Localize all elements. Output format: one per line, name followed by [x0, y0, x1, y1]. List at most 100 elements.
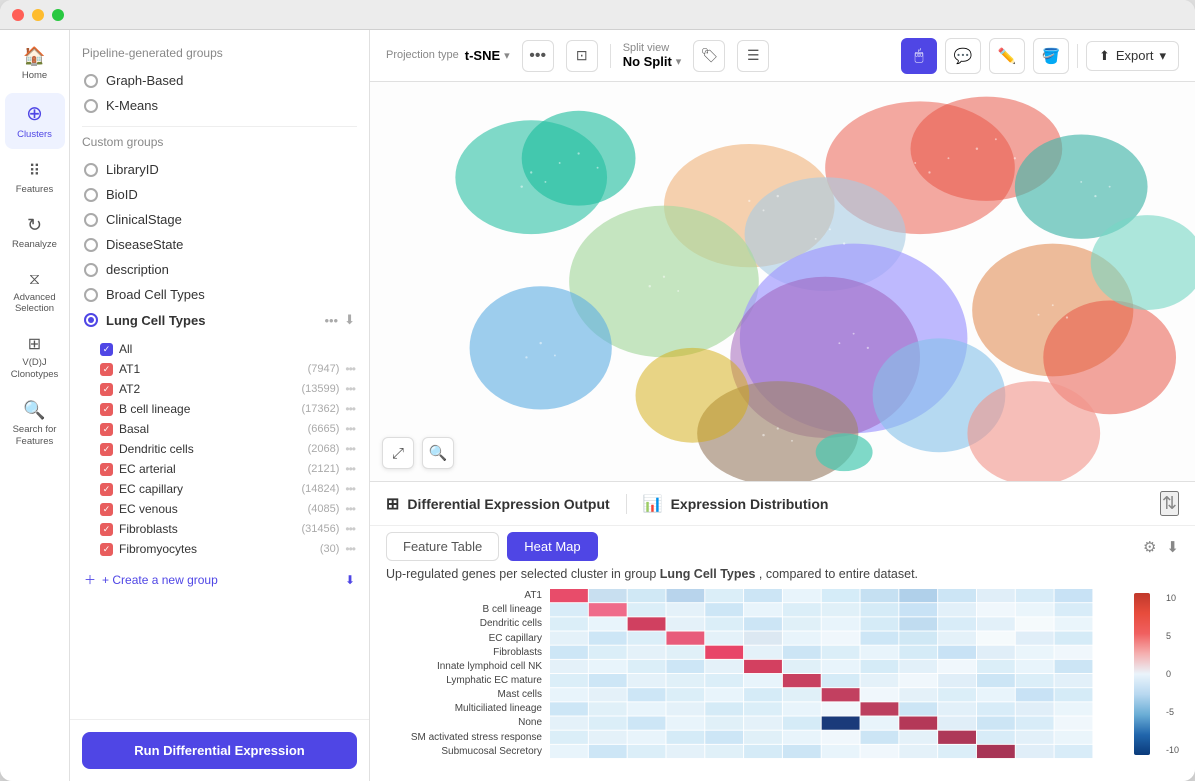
cell-item-bcell[interactable]: ✓ B cell lineage (17362) •••	[98, 399, 357, 419]
radio-description[interactable]: description	[82, 257, 357, 282]
run-button[interactable]: Run Differential Expression	[82, 732, 357, 769]
split-chevron-icon: ▾	[676, 55, 682, 68]
cell-fibromyocytes-dots[interactable]: •••	[345, 542, 355, 556]
heatmap-row-labels: AT1 B cell lineage Dendritic cells EC ca…	[386, 589, 546, 759]
tab-feature-table[interactable]: Feature Table	[386, 532, 499, 561]
cell-fibromyocytes-checkbox[interactable]: ✓	[100, 543, 113, 556]
create-group-link[interactable]: ＋ + Create a new group ⬇	[82, 563, 357, 596]
export-button[interactable]: ⬆ Export ▾	[1086, 41, 1179, 71]
cell-item-fibromyocytes[interactable]: ✓ Fibromyocytes (30) •••	[98, 539, 357, 559]
cell-ec-venous-count: (4085)	[308, 503, 340, 515]
row-label-multi: Multiciliated lineage	[386, 702, 542, 716]
cell-bcell-dots[interactable]: •••	[345, 402, 355, 416]
nav-vdj[interactable]: ⊞ V(D)J Clonotypes	[5, 326, 65, 388]
cell-at1-dots[interactable]: •••	[345, 362, 355, 376]
import-group-icon[interactable]: ⬇	[345, 573, 355, 587]
cell-at2-count: (13599)	[301, 383, 339, 395]
cell-at2-checkbox[interactable]: ✓	[100, 383, 113, 396]
toolbar-icon2-btn[interactable]: ⊡	[566, 40, 598, 72]
left-nav: 🏠 Home ⊕ Clusters ⠿ Features ↻ Reanalyze…	[0, 30, 70, 781]
heatmap-grid-container	[550, 589, 1118, 759]
toolbar-sep-2	[1077, 44, 1078, 68]
comment-tool-btn[interactable]: 💬	[945, 38, 981, 74]
split-tag-btn[interactable]: 🏷	[693, 40, 725, 72]
draw-tool-btn[interactable]: ✏️	[989, 38, 1025, 74]
cursor-tool-btn[interactable]: 🖱	[901, 38, 937, 74]
nav-features-label: Features	[16, 184, 54, 195]
row-label-dendritic: Dendritic cells	[386, 617, 542, 631]
sidebar: Pipeline-generated groups Graph-Based K-…	[70, 30, 370, 781]
cell-at1-checkbox[interactable]: ✓	[100, 363, 113, 376]
radio-libraryid[interactable]: LibraryID	[82, 157, 357, 182]
cell-dendritic-checkbox[interactable]: ✓	[100, 443, 113, 456]
projection-dropdown[interactable]: t-SNE ▾	[465, 48, 510, 63]
cell-basal-checkbox[interactable]: ✓	[100, 423, 113, 436]
cell-item-ec-arterial[interactable]: ✓ EC arterial (2121) •••	[98, 459, 357, 479]
nav-reanalyze[interactable]: ↻ Reanalyze	[5, 207, 65, 258]
cell-bcell-checkbox[interactable]: ✓	[100, 403, 113, 416]
lung-download-btn[interactable]: ⬇	[344, 312, 355, 328]
nav-search[interactable]: 🔍 Search for Features	[5, 392, 65, 455]
row-label-innate: Innate lymphoid cell NK	[386, 660, 542, 674]
panel-download-btn[interactable]: ⬇	[1166, 538, 1179, 556]
pipeline-header: Pipeline-generated groups	[82, 46, 357, 60]
split-menu-btn[interactable]: ☰	[737, 40, 769, 72]
cell-dendritic-dots[interactable]: •••	[345, 442, 355, 456]
row-label-bcell: B cell lineage	[386, 603, 542, 617]
scatter-plot[interactable]: ⤢ 🔍	[370, 82, 1195, 481]
cell-at2-dots[interactable]: •••	[345, 382, 355, 396]
row-label-submucosal: Submucosal Secretory	[386, 745, 542, 759]
toolbar-more-btn[interactable]: •••	[522, 40, 554, 72]
cell-ec-venous-dots[interactable]: •••	[345, 502, 355, 516]
lung-options-btn[interactable]: •••	[324, 313, 338, 328]
nav-home[interactable]: 🏠 Home	[5, 38, 65, 89]
radio-broad-label: Broad Cell Types	[106, 287, 205, 302]
cell-ec-arterial-count: (2121)	[308, 463, 340, 475]
radio-diseasestate-label: DiseaseState	[106, 237, 183, 252]
radio-graph-based[interactable]: Graph-Based	[82, 68, 357, 93]
cell-item-dendritic[interactable]: ✓ Dendritic cells (2068) •••	[98, 439, 357, 459]
radio-lung-cell-types[interactable]: Lung Cell Types ••• ⬇	[82, 307, 357, 333]
cell-fibroblasts-dots[interactable]: •••	[345, 522, 355, 536]
cell-fibroblasts-checkbox[interactable]: ✓	[100, 523, 113, 536]
radio-kmeans[interactable]: K-Means	[82, 93, 357, 118]
radio-kmeans-indicator	[84, 99, 98, 113]
cell-dendritic-label: Dendritic cells	[119, 442, 302, 456]
cell-item-basal[interactable]: ✓ Basal (6665) •••	[98, 419, 357, 439]
nav-features[interactable]: ⠿ Features	[5, 153, 65, 203]
minimize-button[interactable]	[32, 9, 44, 21]
cell-item-all[interactable]: ✓ All	[98, 339, 357, 359]
close-button[interactable]	[12, 9, 24, 21]
nav-advanced-selection[interactable]: ⧖ Advanced Selection	[5, 263, 65, 323]
cell-item-fibroblasts[interactable]: ✓ Fibroblasts (31456) •••	[98, 519, 357, 539]
panel-expand-btn[interactable]: ⇅	[1160, 491, 1179, 516]
sidebar-scroll[interactable]: Pipeline-generated groups Graph-Based K-…	[70, 30, 369, 719]
colorbar-scale: 10 5 0 -5 -10	[1166, 589, 1179, 759]
radio-bioid[interactable]: BioID	[82, 182, 357, 207]
cell-all-checkbox[interactable]: ✓	[100, 343, 113, 356]
heatmap-area: AT1 B cell lineage Dendritic cells EC ca…	[386, 589, 1179, 759]
fullscreen-btn[interactable]: ⤢	[382, 437, 414, 469]
split-dropdown[interactable]: No Split ▾	[623, 54, 682, 69]
cell-basal-dots[interactable]: •••	[345, 422, 355, 436]
nav-clusters[interactable]: ⊕ Clusters	[5, 93, 65, 148]
cell-ec-capillary-dots[interactable]: •••	[345, 482, 355, 496]
cell-item-at2[interactable]: ✓ AT2 (13599) •••	[98, 379, 357, 399]
radio-broad-cell-types[interactable]: Broad Cell Types	[82, 282, 357, 307]
cell-ec-arterial-checkbox[interactable]: ✓	[100, 463, 113, 476]
colorbar-mid1: 5	[1166, 631, 1179, 641]
radio-diseasestate[interactable]: DiseaseState	[82, 232, 357, 257]
fill-tool-btn[interactable]: 🪣	[1033, 38, 1069, 74]
cell-item-ec-capillary[interactable]: ✓ EC capillary (14824) •••	[98, 479, 357, 499]
maximize-button[interactable]	[52, 9, 64, 21]
cell-ec-arterial-dots[interactable]: •••	[345, 462, 355, 476]
radio-lung-indicator	[84, 313, 98, 327]
tab-heat-map[interactable]: Heat Map	[507, 532, 597, 561]
cell-ec-capillary-checkbox[interactable]: ✓	[100, 483, 113, 496]
panel-settings-btn[interactable]: ⚙	[1143, 538, 1156, 556]
zoom-btn[interactable]: 🔍	[422, 437, 454, 469]
cell-item-at1[interactable]: ✓ AT1 (7947) •••	[98, 359, 357, 379]
cell-ec-venous-checkbox[interactable]: ✓	[100, 503, 113, 516]
cell-item-ec-venous[interactable]: ✓ EC venous (4085) •••	[98, 499, 357, 519]
radio-clinicalstage[interactable]: ClinicalStage	[82, 207, 357, 232]
